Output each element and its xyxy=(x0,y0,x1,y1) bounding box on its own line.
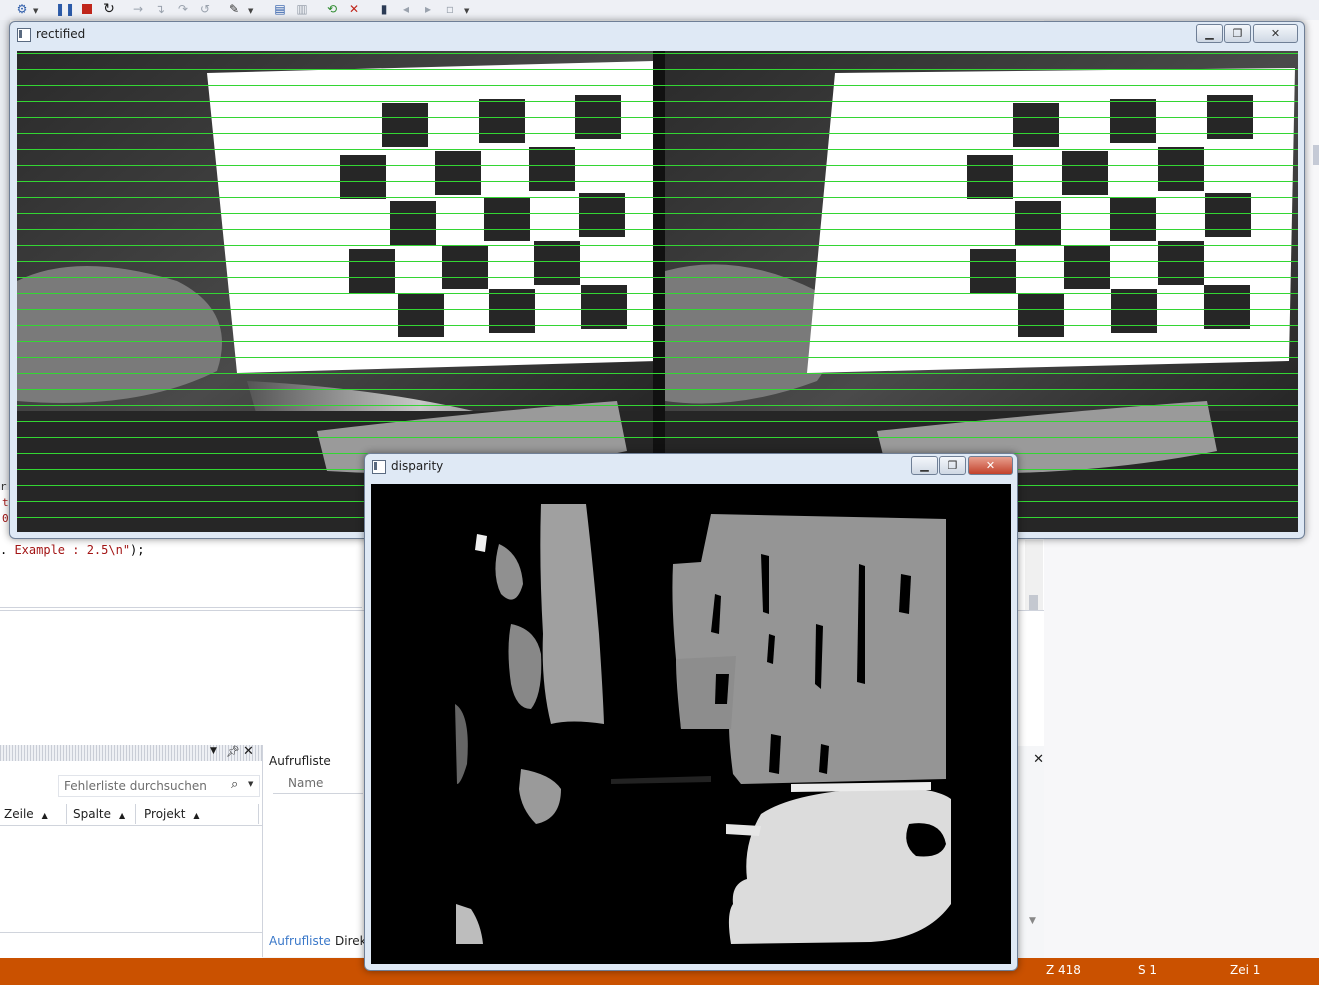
tab-aufrufliste[interactable]: Aufrufliste xyxy=(269,934,331,948)
ide-toolbar: ⚙ ▼ ❚❚ ↻ → ↴ ↷ ↺ ✎ ▼ ▤ ▥ ⟲ ✕ ▮ ◂ ▸ ▫ ▼ xyxy=(0,0,1319,20)
dropdown-icon[interactable]: ▼ xyxy=(248,780,253,788)
bookmark-icon[interactable]: ▮ xyxy=(376,1,392,17)
window-icon xyxy=(17,28,31,42)
pin-icon[interactable]: 📌︎ xyxy=(226,745,240,758)
threads-icon[interactable]: ▤ xyxy=(272,1,288,17)
delete-breakpoint-icon[interactable]: ✕ xyxy=(346,1,362,17)
window-icon xyxy=(372,460,386,474)
close-button[interactable]: ✕ xyxy=(968,456,1013,475)
column-label: Spalte xyxy=(73,807,112,821)
step-into-icon[interactable]: ↴ xyxy=(152,1,168,17)
code-line[interactable]: . Example : 2.5\n"); xyxy=(0,543,145,557)
status-char: Zei 1 xyxy=(1230,963,1261,977)
scroll-down-icon[interactable]: ▼ xyxy=(1029,916,1036,926)
tab-direkt[interactable]: Direk xyxy=(335,934,367,948)
pause-icon[interactable]: ❚❚ xyxy=(55,1,75,17)
status-line: Z 418 xyxy=(1046,963,1081,977)
column-label: Projekt xyxy=(144,807,186,821)
divider xyxy=(0,607,362,608)
sort-icon[interactable]: ▲ xyxy=(42,811,48,820)
divider xyxy=(0,825,262,826)
disparity-image xyxy=(371,484,1011,964)
search-placeholder: Fehlerliste durchsuchen xyxy=(64,779,207,793)
step-out-icon[interactable]: ↺ xyxy=(197,1,213,17)
code-fragment: t xyxy=(2,496,9,509)
sort-icon[interactable]: ▲ xyxy=(193,811,199,820)
step-next-icon[interactable]: → xyxy=(130,1,146,17)
disparity-window[interactable]: disparity ▁ ❐ ✕ xyxy=(364,453,1018,971)
maximize-button[interactable]: ❐ xyxy=(1224,24,1251,43)
code-prefix: . xyxy=(0,543,15,557)
maximize-button[interactable]: ❐ xyxy=(939,456,966,475)
panel-scrollbar[interactable]: ▼ xyxy=(1026,840,1042,940)
sort-icon[interactable]: ▲ xyxy=(119,811,125,820)
column-header-name[interactable]: Name xyxy=(273,773,363,794)
prev-bookmark-icon[interactable]: ◂ xyxy=(398,1,414,17)
call-stack-panel: Aufrufliste Name Aufrufliste Direk xyxy=(262,745,367,957)
code-suffix: ); xyxy=(130,543,145,557)
window-title: rectified xyxy=(36,27,86,41)
error-search-input[interactable]: Fehlerliste durchsuchen ⌕ ▼ xyxy=(58,775,260,797)
minimize-button[interactable]: ▁ xyxy=(1196,24,1223,43)
search-icon[interactable]: ⌕ xyxy=(231,777,238,792)
restart-icon[interactable]: ↻ xyxy=(101,1,117,17)
column-label: Name xyxy=(288,776,324,790)
column-header-projekt[interactable]: Projekt ▲ xyxy=(140,804,259,824)
code-fragment: 0 xyxy=(2,512,9,525)
column-header-zeile[interactable]: Zeile ▲ xyxy=(0,804,67,824)
column-header-spalte[interactable]: Spalte ▲ xyxy=(69,804,136,824)
dropdown-icon[interactable]: ▼ xyxy=(464,7,469,15)
status-column: S 1 xyxy=(1138,963,1158,977)
call-stack-title: Aufrufliste xyxy=(269,754,331,768)
dropdown-icon[interactable]: ▼ xyxy=(33,7,38,15)
close-icon[interactable]: ✕ xyxy=(243,744,254,759)
column-label: Zeile xyxy=(4,807,34,821)
close-button[interactable]: ✕ xyxy=(1253,24,1298,43)
minimize-button[interactable]: ▁ xyxy=(911,456,938,475)
stack-icon[interactable]: ▥ xyxy=(294,1,310,17)
hex-icon[interactable]: ✎ xyxy=(226,1,242,17)
window-title: disparity xyxy=(391,459,444,473)
clear-bookmark-icon[interactable]: ▫ xyxy=(442,1,458,17)
breakpoint-icon[interactable]: ⟲ xyxy=(324,1,340,17)
divider xyxy=(0,932,262,933)
step-over-icon[interactable]: ↷ xyxy=(175,1,191,17)
dropdown-icon[interactable]: ▼ xyxy=(210,746,217,756)
side-tab[interactable] xyxy=(1313,145,1319,165)
debug-icon[interactable]: ⚙ xyxy=(14,1,30,17)
error-list-titlebar: ▼ 📌︎ ✕ xyxy=(0,744,262,761)
next-bookmark-icon[interactable]: ▸ xyxy=(420,1,436,17)
disparity-map xyxy=(371,484,1011,964)
code-string: Example : 2.5\n" xyxy=(14,543,131,557)
dropdown-icon[interactable]: ▼ xyxy=(248,7,253,15)
stop-icon[interactable] xyxy=(79,1,95,17)
